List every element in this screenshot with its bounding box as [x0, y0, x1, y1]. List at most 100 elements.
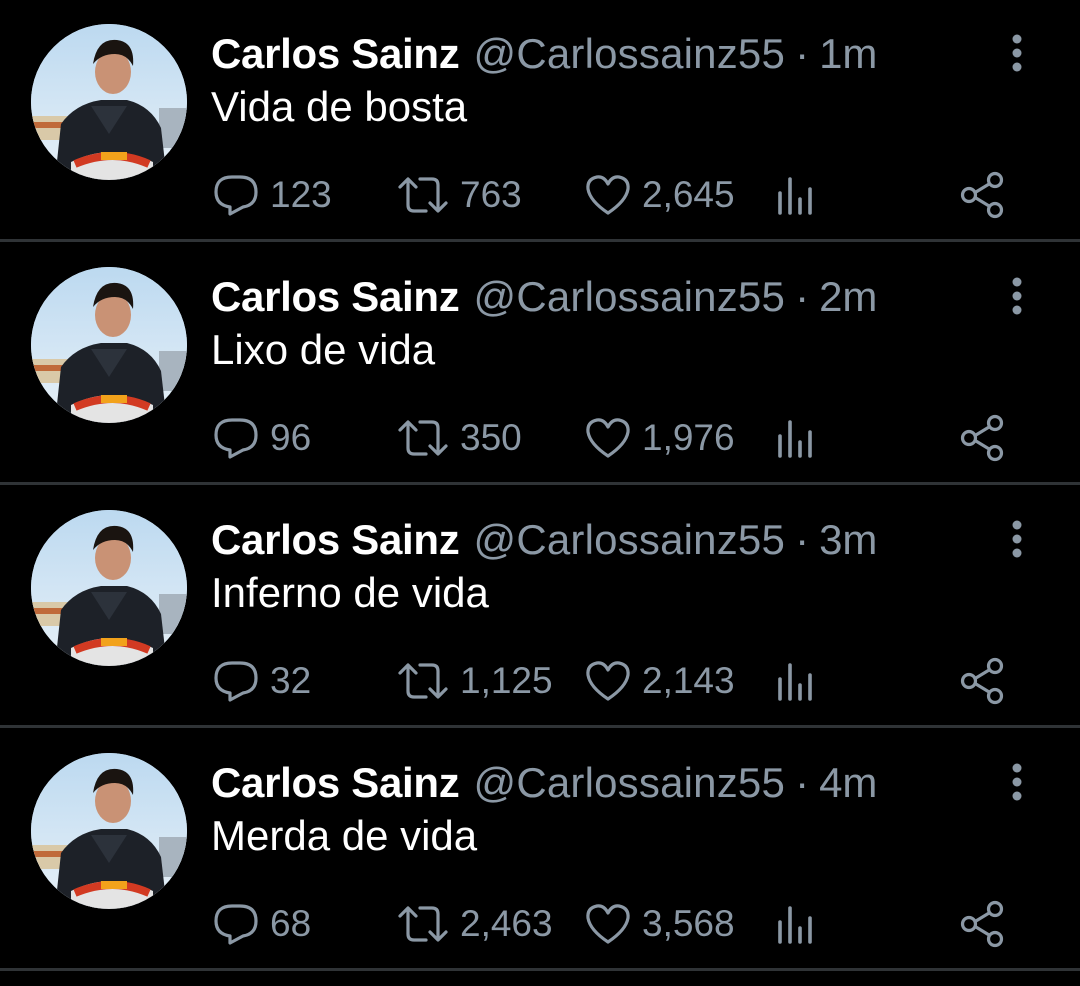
tweet-header: Carlos Sainz @Carlossainz55 · 1m: [211, 30, 877, 78]
reply-icon: [214, 661, 258, 702]
share-icon: [960, 171, 1004, 219]
views-icon: [778, 663, 812, 701]
tweet-text: Merda de vida: [211, 812, 478, 859]
share-icon: [960, 900, 1004, 948]
views-button[interactable]: [775, 656, 815, 706]
timestamp[interactable]: 1m: [819, 30, 877, 78]
author-name[interactable]: Carlos Sainz: [211, 30, 460, 78]
timestamp[interactable]: 4m: [819, 759, 877, 807]
avatar[interactable]: [31, 24, 187, 180]
share-button[interactable]: [958, 413, 1006, 463]
retweet-icon: [398, 177, 448, 213]
timestamp[interactable]: 3m: [819, 516, 877, 564]
reply-icon: [214, 904, 258, 945]
retweet-button[interactable]: 763: [396, 170, 522, 220]
retweet-icon: [398, 663, 448, 699]
author-handle[interactable]: @Carlossainz55: [473, 759, 785, 807]
author-name[interactable]: Carlos Sainz: [211, 759, 460, 807]
reply-count: 96: [270, 417, 312, 458]
tweet-text: Inferno de vida: [211, 569, 489, 616]
tweet-actions: 123 763 2,645: [0, 170, 1080, 220]
like-count: 3,568: [642, 903, 735, 944]
more-options-icon: [1012, 763, 1022, 801]
tweet-actions: 32 1,125 2,143: [0, 656, 1080, 706]
more-options-button[interactable]: [1002, 761, 1032, 803]
views-icon: [778, 177, 812, 215]
like-button[interactable]: 1,976: [584, 413, 735, 463]
avatar[interactable]: [31, 753, 187, 909]
tweet-text: Vida de bosta: [211, 83, 468, 130]
reply-button[interactable]: 96: [212, 413, 311, 463]
tweet-header: Carlos Sainz @Carlossainz55 · 4m: [211, 759, 877, 807]
reply-button[interactable]: 68: [212, 899, 311, 949]
reply-count: 123: [270, 174, 332, 215]
more-options-icon: [1012, 34, 1022, 72]
more-options-button[interactable]: [1002, 275, 1032, 317]
share-button[interactable]: [958, 170, 1006, 220]
retweet-count: 1,125: [460, 660, 553, 701]
tweet-actions: 68 2,463 3,568: [0, 899, 1080, 949]
tweet-header: Carlos Sainz @Carlossainz55 · 2m: [211, 273, 877, 321]
tweet[interactable]: Carlos Sainz @Carlossainz55 · 1m Vida de…: [0, 0, 1080, 242]
retweet-icon: [398, 420, 448, 456]
like-button[interactable]: 3,568: [584, 899, 735, 949]
retweet-button[interactable]: 350: [396, 413, 522, 463]
share-button[interactable]: [958, 899, 1006, 949]
reply-count: 68: [270, 903, 312, 944]
like-icon: [586, 418, 630, 458]
share-button[interactable]: [958, 656, 1006, 706]
more-options-button[interactable]: [1002, 32, 1032, 74]
author-name[interactable]: Carlos Sainz: [211, 516, 460, 564]
retweet-button[interactable]: 1,125: [396, 656, 553, 706]
views-icon: [778, 420, 812, 458]
author-handle[interactable]: @Carlossainz55: [473, 30, 785, 78]
like-button[interactable]: 2,645: [584, 170, 735, 220]
like-count: 2,645: [642, 174, 735, 215]
tweet[interactable]: Carlos Sainz @Carlossainz55 · 2m Lixo de…: [0, 243, 1080, 485]
avatar-image: [31, 510, 187, 666]
avatar-image: [31, 267, 187, 423]
like-count: 1,976: [642, 417, 735, 458]
like-count: 2,143: [642, 660, 735, 701]
tweet-text: Lixo de vida: [211, 326, 436, 373]
views-button[interactable]: [775, 899, 815, 949]
separator: ·: [795, 273, 810, 320]
reply-button[interactable]: 123: [212, 170, 332, 220]
separator: ·: [795, 30, 810, 77]
views-button[interactable]: [775, 170, 815, 220]
share-icon: [960, 414, 1004, 462]
avatar-image: [31, 753, 187, 909]
reply-count: 32: [270, 660, 312, 701]
like-icon: [586, 661, 630, 701]
avatar[interactable]: [31, 267, 187, 423]
reply-icon: [214, 418, 258, 459]
tweet[interactable]: Carlos Sainz @Carlossainz55 · 3m Inferno…: [0, 486, 1080, 728]
tweet-actions: 96 350 1,976: [0, 413, 1080, 463]
tweet-header: Carlos Sainz @Carlossainz55 · 3m: [211, 516, 877, 564]
views-icon: [778, 906, 812, 944]
author-name[interactable]: Carlos Sainz: [211, 273, 460, 321]
separator: ·: [795, 516, 810, 563]
like-button[interactable]: 2,143: [584, 656, 735, 706]
more-options-icon: [1012, 277, 1022, 315]
author-handle[interactable]: @Carlossainz55: [473, 516, 785, 564]
separator: ·: [795, 759, 810, 806]
more-options-button[interactable]: [1002, 518, 1032, 560]
like-icon: [586, 904, 630, 944]
like-icon: [586, 175, 630, 215]
avatar[interactable]: [31, 510, 187, 666]
author-handle[interactable]: @Carlossainz55: [473, 273, 785, 321]
reply-button[interactable]: 32: [212, 656, 311, 706]
retweet-count: 2,463: [460, 903, 553, 944]
share-icon: [960, 657, 1004, 705]
retweet-button[interactable]: 2,463: [396, 899, 553, 949]
avatar-image: [31, 24, 187, 180]
tweet[interactable]: Carlos Sainz @Carlossainz55 · 4m Merda d…: [0, 729, 1080, 971]
timestamp[interactable]: 2m: [819, 273, 877, 321]
tweet-feed: Carlos Sainz @Carlossainz55 · 1m Vida de…: [0, 0, 1080, 986]
retweet-icon: [398, 906, 448, 942]
retweet-count: 350: [460, 417, 522, 458]
more-options-icon: [1012, 520, 1022, 558]
reply-icon: [214, 175, 258, 216]
views-button[interactable]: [775, 413, 815, 463]
